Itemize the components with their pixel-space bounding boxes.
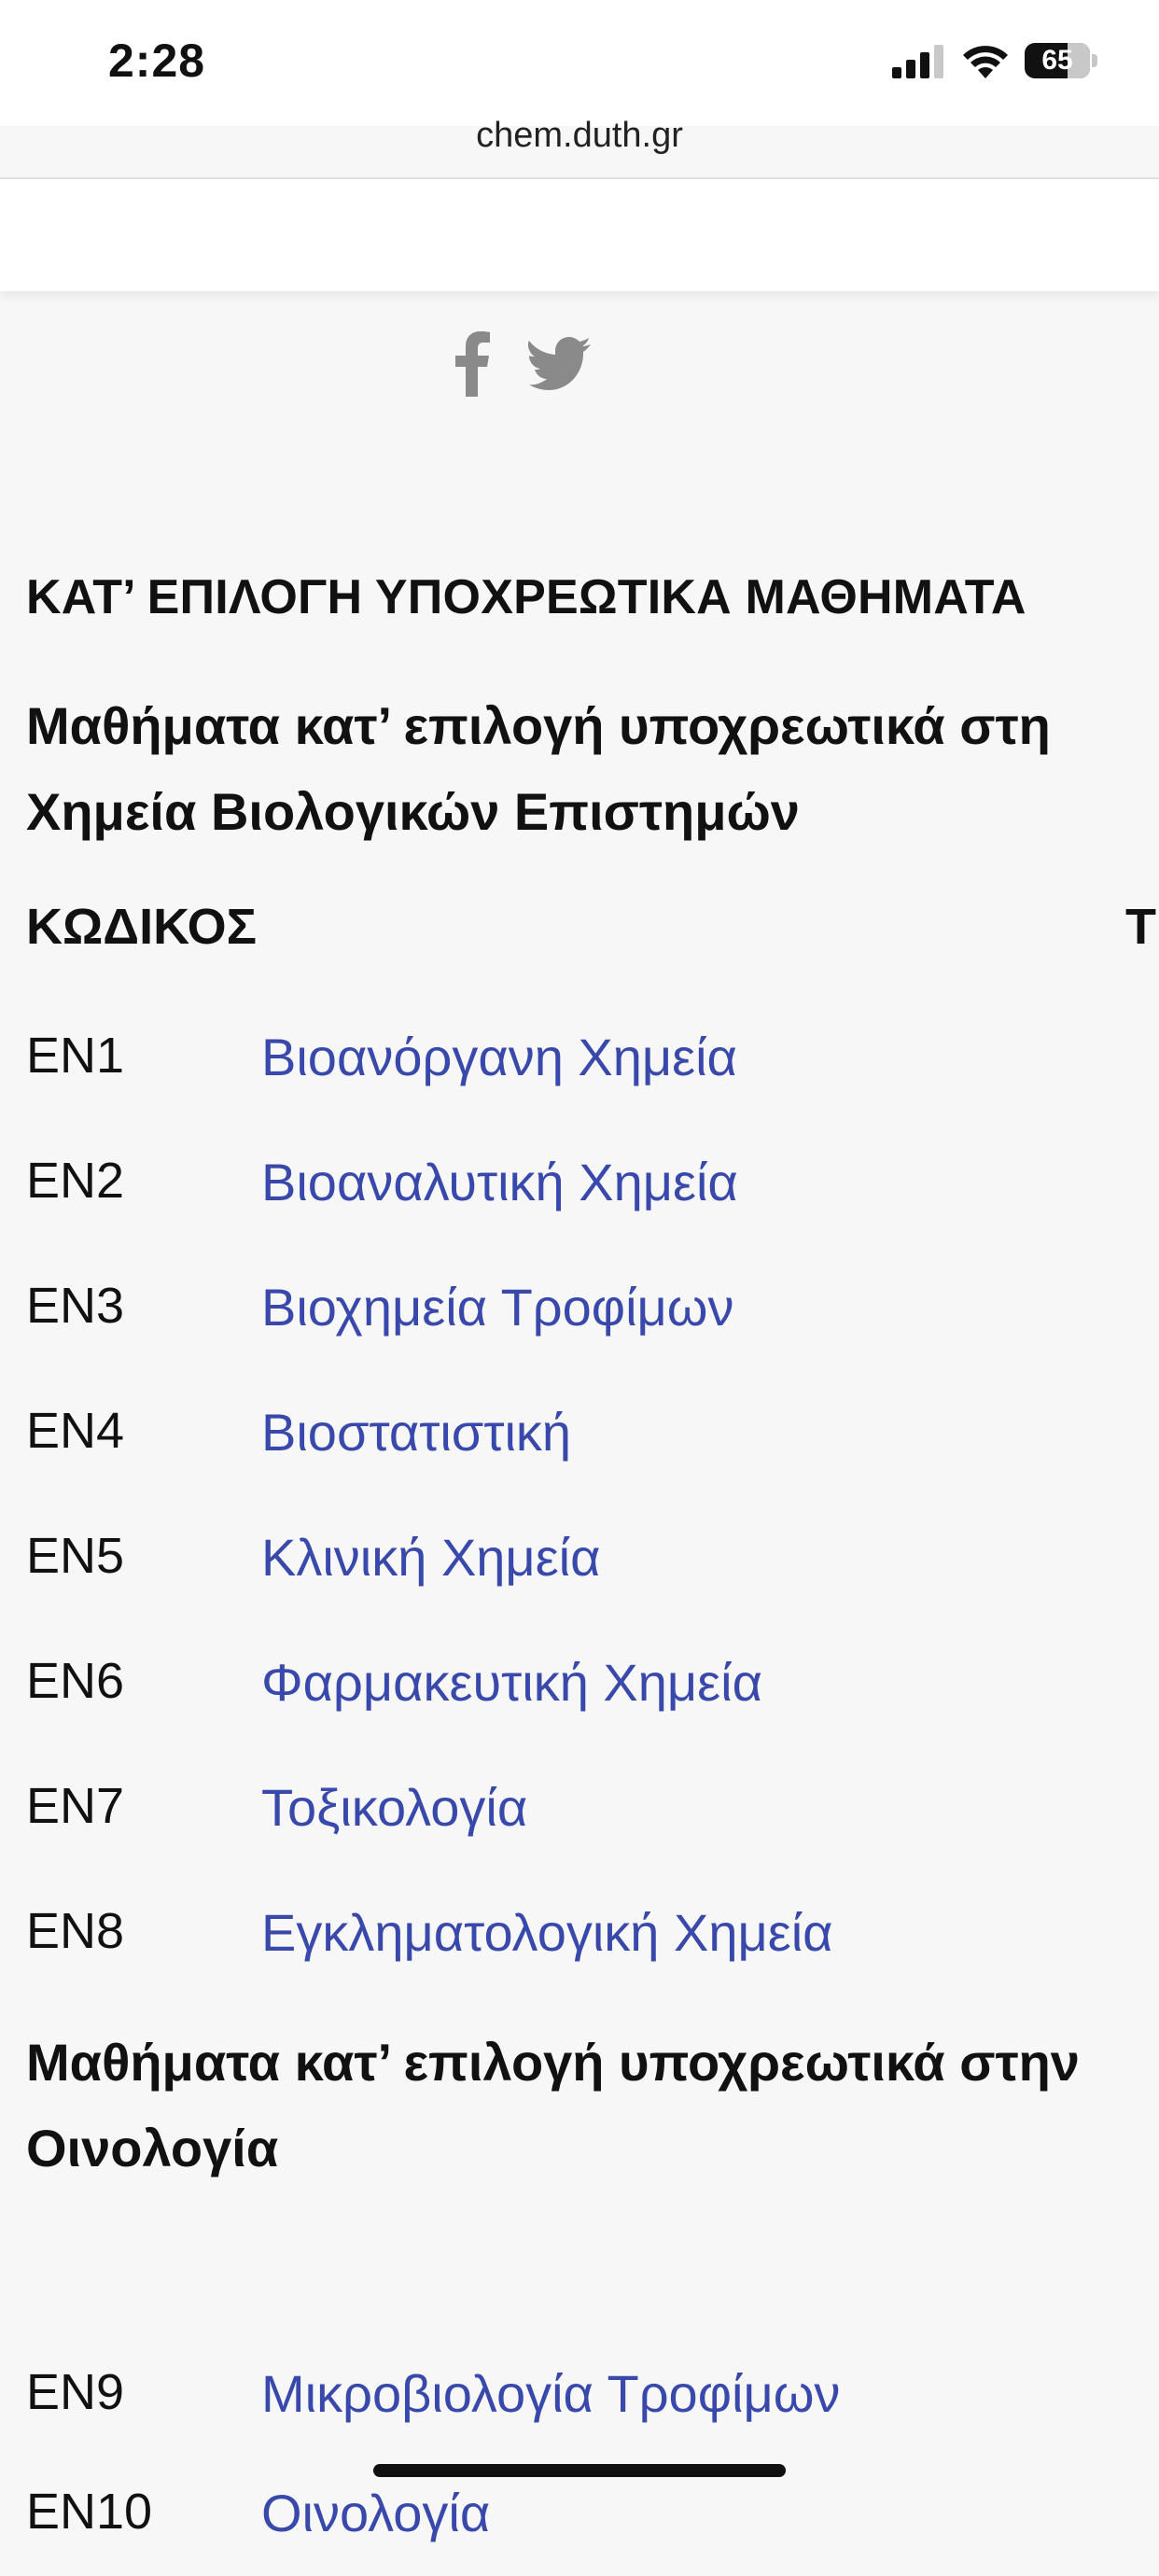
cellular-signal-icon xyxy=(892,45,943,78)
course-link[interactable]: Φαρμακευτική Χημεία xyxy=(261,1652,762,1713)
address-bar-url[interactable]: chem.duth.gr xyxy=(0,116,1159,156)
course-row: EN10 Οινολογία xyxy=(0,2483,1159,2576)
course-row: EN8 Εγκληματολογική Χημεία xyxy=(0,1902,1159,1995)
course-code: EN10 xyxy=(26,2484,153,2540)
course-link[interactable]: Βιοστατιστική xyxy=(261,1402,571,1463)
course-row: EN1 Βιοανόργανη Χημεία xyxy=(0,1027,1159,1120)
course-link[interactable]: Βιοαναλυτική Χημεία xyxy=(261,1152,738,1212)
wifi-icon xyxy=(963,46,1008,78)
course-row: EN2 Βιοαναλυτική Χημεία xyxy=(0,1152,1159,1245)
course-code: EN4 xyxy=(26,1403,125,1459)
course-row: EN6 Φαρμακευτική Χημεία xyxy=(0,1652,1159,1745)
section-title: ΚΑΤ’ ΕΠΙΛΟΓΗ ΥΠΟΧΡΕΩΤΙΚΑ ΜΑΘΗΜΑΤΑ xyxy=(26,570,1026,624)
home-indicator[interactable] xyxy=(373,2464,786,2477)
course-link[interactable]: Βιοχημεία Τροφίμων xyxy=(261,1277,734,1337)
course-link[interactable]: Εγκληματολογική Χημεία xyxy=(261,1902,833,1963)
course-link[interactable]: Μικροβιολογία Τροφίμων xyxy=(261,2363,840,2424)
course-link[interactable]: Κλινική Χημεία xyxy=(261,1527,600,1588)
course-code: EN1 xyxy=(26,1028,125,1084)
course-row: EN9 Μικροβιολογία Τροφίμων xyxy=(0,2363,1159,2457)
twitter-icon[interactable] xyxy=(528,331,592,397)
status-time: 2:28 xyxy=(108,35,206,87)
group-title-biological-sciences: Μαθήματα κατ’ επιλογή υποχρεωτικά στη Χη… xyxy=(26,696,1051,841)
course-code: EN8 xyxy=(26,1903,125,1959)
course-code: EN7 xyxy=(26,1778,125,1834)
course-row: EN7 Τοξικολογία xyxy=(0,1777,1159,1870)
course-code: EN9 xyxy=(26,2364,125,2420)
battery-icon: 65 xyxy=(1025,43,1099,80)
course-code: EN5 xyxy=(26,1528,125,1584)
column-header-title: Τ xyxy=(1125,899,1156,955)
course-row: EN4 Βιοστατιστική xyxy=(0,1402,1159,1495)
battery-level: 65 xyxy=(1041,45,1073,76)
group-title-oenology: Μαθήματα κατ’ επιλογή υποχρεωτικά στην Ο… xyxy=(26,2033,1080,2177)
facebook-icon[interactable] xyxy=(450,331,493,397)
column-header-code: ΚΩΔΙΚΟΣ xyxy=(26,899,258,955)
course-code: EN2 xyxy=(26,1153,125,1209)
course-row: EN5 Κλινική Χημεία xyxy=(0,1527,1159,1620)
site-header-band xyxy=(0,179,1159,291)
status-bar: 2:28 65 chem.duth.gr xyxy=(0,0,1159,155)
course-link[interactable]: Βιοανόργανη Χημεία xyxy=(261,1027,737,1087)
course-link[interactable]: Τοξικολογία xyxy=(261,1777,527,1838)
course-code: EN6 xyxy=(26,1653,125,1709)
course-row: EN3 Βιοχημεία Τροφίμων xyxy=(0,1277,1159,1370)
course-link[interactable]: Οινολογία xyxy=(261,2483,490,2543)
course-code: EN3 xyxy=(26,1278,125,1334)
